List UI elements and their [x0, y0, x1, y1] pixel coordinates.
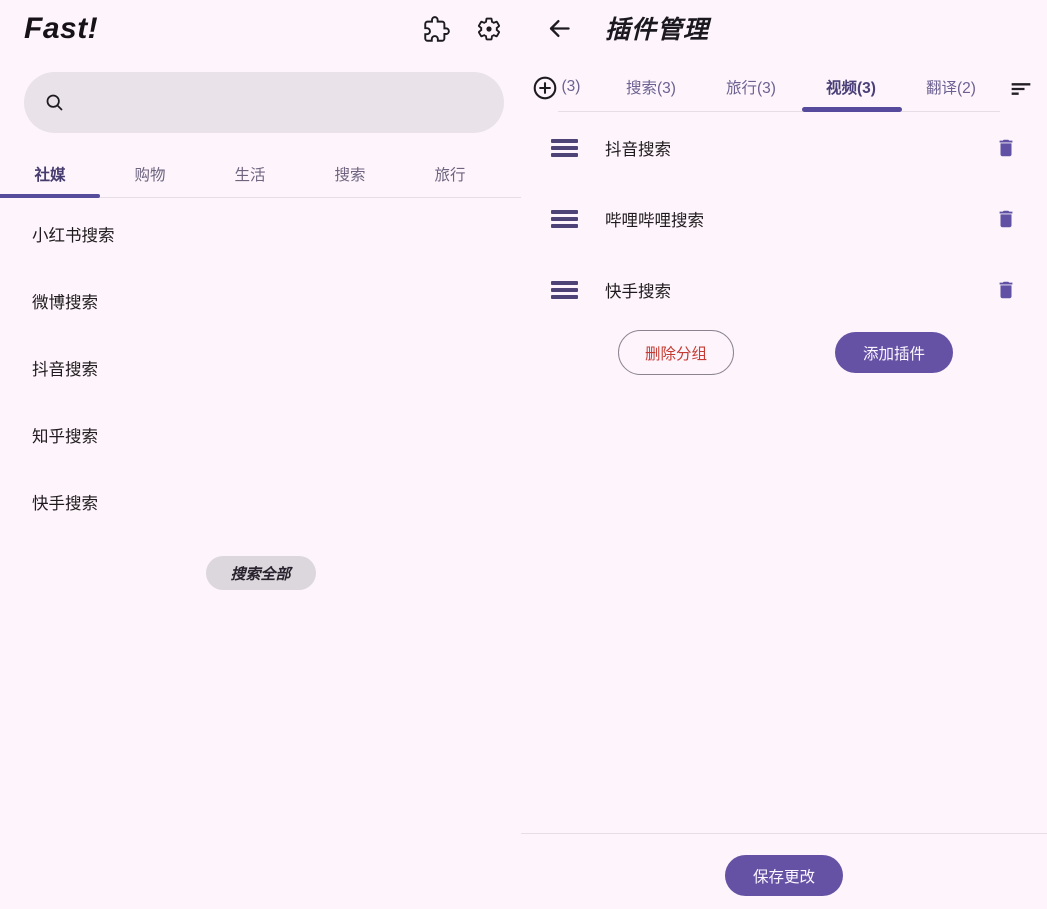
search-input[interactable] [79, 93, 484, 113]
tab-shopping[interactable]: 购物 [100, 150, 200, 198]
plugin-row: 哔哩哔哩搜索 [521, 183, 1047, 254]
search-plugin-list: 小红书搜索 微博搜索 抖音搜索 知乎搜索 快手搜索 [0, 200, 521, 535]
tab-life[interactable]: 生活 [200, 150, 300, 198]
group-actions-row: 删除分组 添加插件 [521, 330, 1047, 376]
tab-search[interactable]: 搜索 [300, 150, 400, 198]
trash-icon[interactable] [995, 278, 1017, 302]
list-item[interactable]: 快手搜索 [0, 468, 521, 535]
group-plugin-list: 抖音搜索 哔哩哔哩搜索 快手搜索 [521, 112, 1047, 325]
plugin-row: 抖音搜索 [521, 112, 1047, 183]
group-tab-video[interactable]: 视频(3) [801, 66, 901, 108]
plugin-manager-panel: 插件管理 (3) 搜索(3) 旅行(3) 视频(3) 翻译(2) 抖音搜索 [521, 0, 1047, 909]
home-tab-bar: 社媒 购物 生活 搜索 旅行 [0, 150, 521, 198]
sort-icon[interactable] [1007, 75, 1035, 103]
extension-icon[interactable] [422, 15, 450, 43]
home-header: Fast! [24, 8, 503, 50]
home-panel: Fast! 社媒 购物 生活 搜索 旅行 小红 [0, 0, 521, 909]
group-tab-translate[interactable]: 翻译(2) [901, 66, 1001, 108]
group-tab-search[interactable]: 搜索(3) [601, 66, 701, 108]
back-arrow-icon[interactable] [543, 12, 575, 44]
list-item[interactable]: 微博搜索 [0, 267, 521, 334]
list-item[interactable]: 小红书搜索 [0, 200, 521, 267]
trash-icon[interactable] [995, 136, 1017, 160]
drag-handle-icon[interactable] [551, 280, 578, 300]
bottom-divider [521, 833, 1047, 834]
group-tab-travel[interactable]: 旅行(3) [701, 66, 801, 108]
gear-icon[interactable] [475, 15, 503, 43]
search-all-button[interactable]: 搜索全部 [205, 556, 315, 590]
trash-icon[interactable] [995, 207, 1017, 231]
group-tab-partial[interactable]: (3) [541, 66, 601, 108]
tab-indicator [0, 194, 100, 198]
delete-group-button[interactable]: 删除分组 [618, 330, 734, 375]
tab-social[interactable]: 社媒 [0, 150, 100, 198]
app-title: Fast! [24, 12, 98, 46]
add-plugin-button[interactable]: 添加插件 [835, 332, 953, 373]
tab-travel[interactable]: 旅行 [400, 150, 500, 198]
plugin-label: 哔哩哔哩搜索 [605, 207, 704, 231]
drag-handle-icon[interactable] [551, 138, 578, 158]
group-tab-bar: (3) 搜索(3) 旅行(3) 视频(3) 翻译(2) [521, 66, 1047, 112]
drag-handle-icon[interactable] [551, 209, 578, 229]
plugin-manager-header: 插件管理 [543, 8, 709, 48]
search-icon [44, 92, 65, 113]
plugin-label: 快手搜索 [605, 278, 671, 302]
plugin-label: 抖音搜索 [605, 136, 671, 160]
list-item[interactable]: 抖音搜索 [0, 334, 521, 401]
list-item[interactable]: 知乎搜索 [0, 401, 521, 468]
page-title: 插件管理 [605, 10, 709, 46]
search-bar[interactable] [24, 72, 504, 133]
plugin-row: 快手搜索 [521, 254, 1047, 325]
save-changes-button[interactable]: 保存更改 [725, 855, 843, 896]
